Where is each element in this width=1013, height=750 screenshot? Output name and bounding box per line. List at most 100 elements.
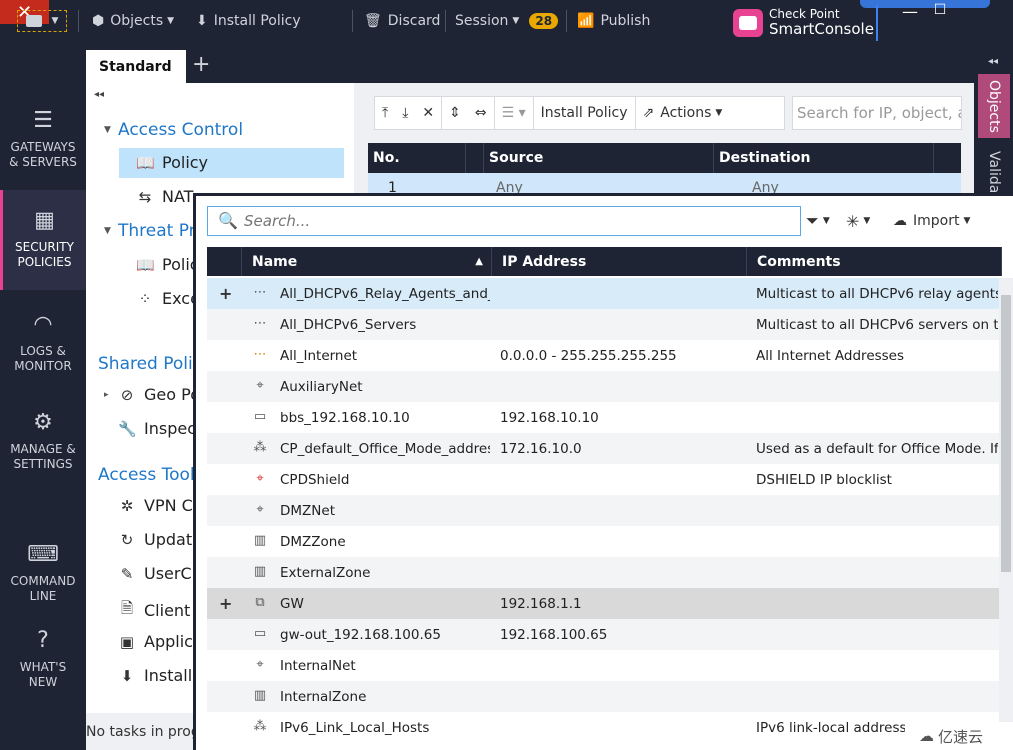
tree-applications[interactable]: ▣ Applica: [118, 632, 203, 651]
expand-plus-icon[interactable]: +: [219, 284, 232, 303]
object-row[interactable]: ▥ DMZZone: [207, 526, 999, 557]
session-menu-button[interactable]: Session ▼ 28: [455, 0, 559, 42]
tree-policy[interactable]: 📖 Policy: [136, 153, 208, 172]
nav-gateways-servers[interactable]: ☰ GATEWAYS & SERVERS: [0, 108, 86, 170]
tab-standard[interactable]: Standard: [86, 50, 186, 83]
nav-manage-settings[interactable]: ⚙ MANAGE & SETTINGS: [0, 410, 86, 472]
maximize-button[interactable]: ☐: [930, 2, 950, 26]
divider: [876, 5, 878, 41]
objects-menu-button[interactable]: ⬢ Objects ▼: [92, 0, 174, 42]
tree-access-tools[interactable]: Access Tools: [98, 465, 203, 485]
object-row[interactable]: ⌖ AuxiliaryNet: [207, 371, 999, 402]
rb-install-policy-button[interactable]: Install Policy: [532, 96, 635, 130]
brand-line2: SmartConsole: [769, 20, 874, 38]
minimize-button[interactable]: —: [900, 2, 920, 26]
watermark-text: 亿速云: [938, 727, 984, 746]
tree-installation[interactable]: ⬇ Installa: [118, 666, 202, 685]
list-menu-button[interactable]: ☰ ▾: [493, 96, 533, 130]
nav-command-line[interactable]: ⌨ COMMAND LINE: [0, 542, 86, 604]
object-row[interactable]: ▭ bbs_192.168.10.10 192.168.10.10: [207, 402, 999, 433]
scrollbar-thumb[interactable]: [1001, 295, 1011, 572]
tree-access-control[interactable]: ▼ Access Control: [104, 120, 243, 140]
col-destination[interactable]: Destination: [714, 143, 934, 173]
tree-inspection[interactable]: 🔧 Inspec: [118, 419, 196, 438]
add-tab-button[interactable]: +: [192, 52, 210, 77]
objects-side-tab[interactable]: Objects: [978, 74, 1010, 138]
col-comments[interactable]: Comments: [747, 247, 1002, 276]
nav-whats-new[interactable]: ? WHAT'S NEW: [0, 628, 86, 690]
rule-row[interactable]: 1 Any Any: [368, 173, 961, 193]
tree-exceptions[interactable]: ⁘ Exce: [136, 289, 200, 308]
object-row[interactable]: ▭ gw-out_192.168.100.65 192.168.100.65: [207, 619, 999, 650]
nav-logs-monitor[interactable]: ◠ LOGS & MONITOR: [0, 312, 86, 374]
add-rule-below-button[interactable]: ⤓: [395, 96, 415, 130]
tree-threat-prevention[interactable]: ▼ Threat Pre: [104, 221, 206, 241]
object-search-field[interactable]: 🔍: [207, 206, 801, 236]
object-row[interactable]: ⁂ IPv6_Link_Local_Hosts IPv6 link-local ad…: [207, 712, 999, 743]
object-comment: Used as a default for Office Mode. If...: [756, 441, 998, 457]
object-row[interactable]: ▥ ExternalZone: [207, 557, 999, 588]
add-rule-above-button[interactable]: ⤒: [375, 96, 395, 130]
object-row[interactable]: ⋯ All_Internet 0.0.0.0 - 255.255.255.255 Al…: [207, 340, 999, 371]
objects-table-body: + ⋯ All_DHCPv6_Relay_Agents_and_... Multica…: [207, 278, 999, 743]
object-row[interactable]: ⁂ CP_default_Office_Mode_addres... 172.16.…: [207, 433, 999, 464]
tree-vpn[interactable]: ✲ VPN Co: [118, 496, 203, 515]
tree-nat[interactable]: ⇆ NAT: [136, 187, 194, 206]
top-toolbar: ▼ ⬢ Objects ▼ ⬇ Install Policy 🗑 Discard Ses…: [0, 0, 1013, 42]
nav-label: GATEWAYS: [10, 140, 76, 154]
tree-threat-policy[interactable]: 📖 Polic: [136, 255, 199, 274]
col-no[interactable]: No.: [368, 143, 466, 173]
multicast-icon: ⋯: [253, 316, 267, 331]
discard-button[interactable]: 🗑 Discard: [364, 0, 440, 42]
filter-button[interactable]: ⏷ ▼: [806, 206, 830, 236]
object-row[interactable]: ▥ InternalZone: [207, 681, 999, 712]
object-name: All_DHCPv6_Servers: [280, 317, 417, 333]
nav-label: COMMAND: [10, 574, 76, 588]
nav-label: LOGS &: [20, 344, 66, 358]
expand-all-button[interactable]: ⇕: [441, 96, 468, 130]
collapse-all-button[interactable]: ⇔: [468, 96, 494, 130]
session-count-badge: 28: [529, 13, 559, 29]
object-search-input[interactable]: [244, 211, 784, 231]
main-menu-button[interactable]: ▼: [17, 10, 67, 32]
collapse-right-icon[interactable]: ◂◂: [988, 56, 998, 67]
new-object-button[interactable]: ✳ ▼: [846, 206, 870, 236]
object-row[interactable]: + ⧉ GW 192.168.1.1: [207, 588, 999, 619]
col-ip[interactable]: IP Address: [492, 247, 747, 276]
object-row[interactable]: ⌖ DMZNet: [207, 495, 999, 526]
tree-userchk[interactable]: ✎ UserCh: [118, 564, 202, 583]
tree-shared-policies[interactable]: Shared Polic: [98, 354, 202, 374]
network-icon: ⌖: [256, 502, 264, 517]
chevron-down-icon: ▼: [963, 216, 971, 226]
object-name: GW: [280, 596, 304, 612]
publish-button[interactable]: 📶 Publish: [577, 0, 650, 42]
object-name: DMZNet: [280, 503, 335, 519]
rulebase-search-input[interactable]: Search for IP, object, ac: [792, 96, 962, 130]
object-row[interactable]: ⌖ CPDShield DSHIELD IP blocklist: [207, 464, 999, 495]
expand-plus-icon[interactable]: +: [219, 594, 232, 613]
collapse-pane-icon[interactable]: ◂◂: [94, 89, 104, 100]
object-name: CP_default_Office_Mode_addres...: [280, 441, 490, 457]
tree-updates[interactable]: ↻ Update: [118, 530, 202, 549]
delete-rule-button[interactable]: ✕: [415, 96, 441, 130]
tree-geo-policy[interactable]: ▸ ⊘ Geo Po: [104, 385, 200, 404]
validations-side-tab[interactable]: Valida: [978, 145, 1010, 197]
zone-icon: ▥: [253, 688, 267, 703]
col-name[interactable]: Name ▲: [242, 247, 492, 276]
import-button[interactable]: ☁ Import ▼: [893, 206, 970, 236]
nav-security-policies[interactable]: ▦ SECURITY POLICIES: [0, 190, 86, 290]
col-source[interactable]: Source: [484, 143, 714, 173]
notification-pill[interactable]: [860, 0, 990, 8]
userchk-icon: ✎: [120, 564, 134, 583]
tree-label: NAT: [162, 187, 194, 206]
object-row[interactable]: ⌖ InternalNet: [207, 650, 999, 681]
install-policy-button[interactable]: ⬇ Install Policy: [196, 0, 301, 42]
actions-menu-button[interactable]: ⇗ Actions ▼: [634, 96, 730, 130]
object-row[interactable]: + ⋯ All_DHCPv6_Relay_Agents_and_... Multica…: [207, 278, 999, 309]
smartconsole-logo-icon: [733, 8, 763, 37]
object-row[interactable]: ⋯ All_DHCPv6_Servers Multicast to all DHCP…: [207, 309, 999, 340]
install-policy-label: Install Policy: [540, 105, 628, 121]
policy-tabs: Standard +: [86, 50, 974, 83]
chevron-down-icon: ▼: [822, 216, 830, 226]
object-name: gw-out_192.168.100.65: [280, 627, 441, 643]
